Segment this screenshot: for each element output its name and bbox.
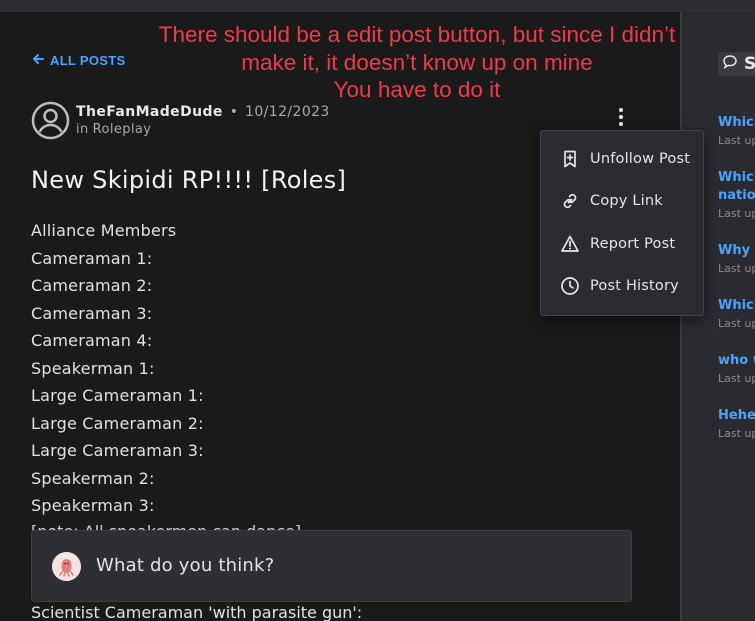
- sidebar-post-title[interactable]: Which: [718, 297, 755, 315]
- community-line: in Roleplay: [76, 122, 151, 137]
- community-prefix: in: [76, 122, 89, 137]
- sidebar-post-title[interactable]: Why I: [718, 242, 755, 260]
- menu-item-report-post[interactable]: Report Post: [541, 227, 703, 261]
- menu-item-post-history[interactable]: Post History: [541, 269, 703, 303]
- body-line: Cameraman 4:: [31, 331, 153, 350]
- body-line: Speakerman 3:: [31, 496, 155, 515]
- sidebar-post-title[interactable]: who w: [718, 352, 755, 370]
- more-options-icon[interactable]: [612, 106, 630, 128]
- sidebar-post-meta: Last up: [718, 317, 755, 330]
- community-name[interactable]: Roleplay: [93, 122, 152, 137]
- sidebar-post-item[interactable]: who w Last up: [718, 352, 755, 388]
- body-line: Speakerman 1:: [31, 358, 155, 378]
- sidebar-post-item[interactable]: Which Last up: [718, 297, 755, 333]
- author-avatar-icon[interactable]: [31, 101, 70, 140]
- sidebar-post-meta: Last up: [718, 134, 755, 147]
- comment-input[interactable]: What do you think?: [31, 530, 632, 602]
- annotation-line: make it, it doesn’t know up on mine: [241, 49, 593, 75]
- warning-icon: [560, 234, 580, 254]
- comment-placeholder[interactable]: What do you think?: [96, 555, 274, 576]
- sidebar-post-title-line2[interactable]: nation: [718, 187, 755, 205]
- sidebar-post-title[interactable]: Heheh: [718, 407, 755, 425]
- menu-item-label[interactable]: Post History: [590, 278, 679, 294]
- sidebar-post-meta: Last up: [718, 427, 755, 440]
- sidebar-post-title[interactable]: Which: [718, 169, 755, 187]
- sidebar-post-meta: Last up: [718, 207, 755, 220]
- menu-item-label[interactable]: Unfollow Post: [590, 151, 690, 167]
- sidebar-post-item[interactable]: Heheh Last up: [718, 407, 755, 443]
- author-name[interactable]: TheFanMadeDude: [76, 104, 223, 120]
- post-date: 10/12/2023: [245, 104, 330, 120]
- sidebar-post-item[interactable]: Why I Last up: [718, 242, 755, 278]
- body-line: Speakerman 2:: [31, 468, 155, 488]
- sidebar-header: S: [718, 52, 755, 76]
- post-options-menu: Unfollow Post Copy Link Report Post Post…: [540, 130, 704, 316]
- body-line: Scientist Cameraman 'with parasite gun':: [31, 603, 363, 621]
- author-line: TheFanMadeDude • 10/12/2023: [76, 104, 330, 120]
- body-line: Large Cameraman 1:: [31, 386, 204, 405]
- body-line: Large Cameraman 3:: [31, 441, 204, 460]
- clock-icon: [560, 276, 580, 296]
- body-line: Large Cameraman 2:: [31, 413, 204, 433]
- annotation-line: There should be a edit post button, but …: [158, 22, 676, 47]
- annotation-line: You have to do it: [333, 77, 501, 102]
- sidebar-post-meta: Last up: [718, 372, 755, 385]
- post-title: New Skipidi RP!!!! [Roles]: [31, 166, 347, 194]
- sidebar-post-item[interactable]: Which nation Last up: [718, 169, 755, 223]
- sidebar-header-label: S: [744, 54, 755, 74]
- sidebar-post-item[interactable]: Which Last up: [718, 114, 755, 150]
- annotation-text: There should be a edit post button, but …: [112, 21, 722, 104]
- sidebar-post-meta: Last up: [718, 262, 755, 275]
- meta-separator: •: [229, 104, 239, 120]
- sidebar-post-title[interactable]: Which: [718, 114, 755, 132]
- menu-item-copy-link[interactable]: Copy Link: [541, 184, 703, 218]
- menu-item-label[interactable]: Copy Link: [590, 193, 663, 209]
- speech-bubble-icon: [722, 54, 738, 74]
- user-avatar-icon: [52, 552, 81, 581]
- arrow-left-icon: [31, 52, 45, 69]
- top-bar: [0, 0, 755, 12]
- bookmark-icon: [560, 149, 580, 169]
- menu-item-unfollow-post[interactable]: Unfollow Post: [541, 142, 703, 176]
- link-icon: [560, 191, 580, 211]
- menu-item-label[interactable]: Report Post: [590, 236, 675, 252]
